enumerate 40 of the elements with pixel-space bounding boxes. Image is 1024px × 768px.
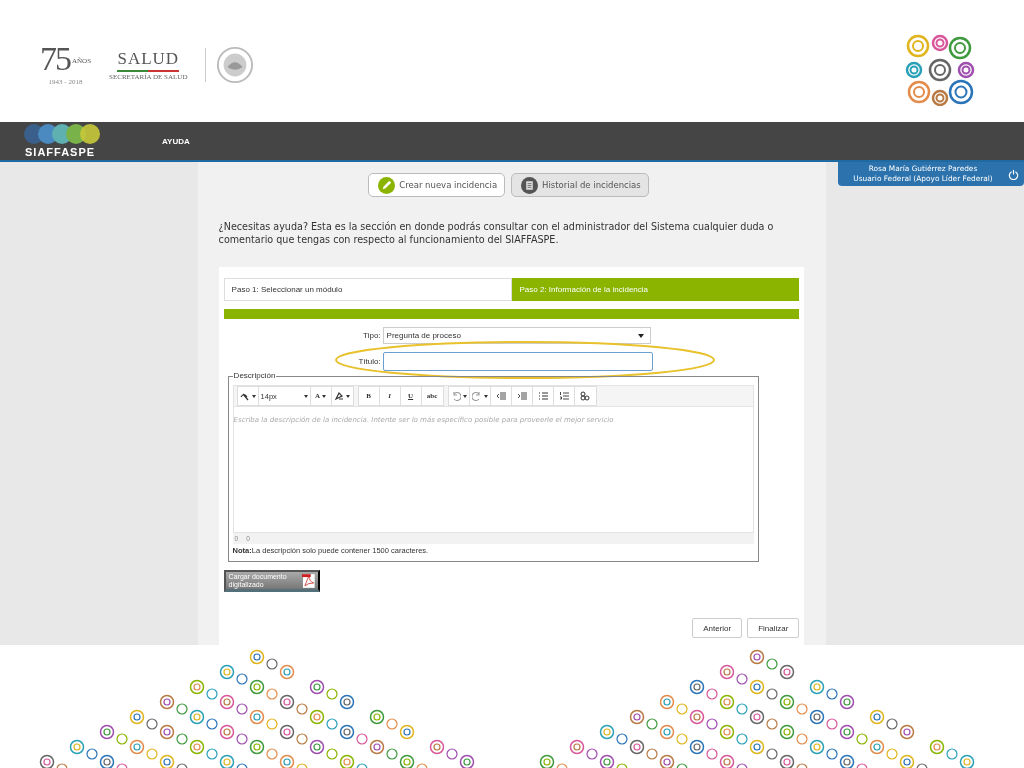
intro-text: ¿Necesitas ayuda? Esta es la sección en donde podrás consultar con el administrador del Sistema cualquier duda o comentario que tengas con respecto al funcionamiento del SIAFFASPE. xyxy=(218,220,775,246)
list-icon xyxy=(521,176,539,194)
caret-icon xyxy=(303,394,308,398)
type-dropdown[interactable]: Pregunta de proceso xyxy=(382,327,651,344)
indent-icon xyxy=(516,391,527,401)
highlighter-icon xyxy=(334,391,345,401)
pencil-icon xyxy=(378,176,396,194)
title-field[interactable] xyxy=(382,352,653,371)
caret-icon xyxy=(251,394,256,398)
rings-logo-icon xyxy=(904,34,976,106)
step-tab[interactable]: Paso 1: Seleccionar un módulo xyxy=(223,278,512,301)
caret-icon xyxy=(483,394,488,398)
emblem-icon xyxy=(216,46,255,84)
action-button[interactable]: Crear nueva incidencia xyxy=(368,173,506,197)
pdf-icon xyxy=(300,573,316,589)
action-button[interactable]: Historial de incidencias xyxy=(511,173,649,197)
nav-button[interactable]: Finalizar xyxy=(747,618,800,638)
caret-icon xyxy=(346,394,351,398)
caret-icon xyxy=(637,333,644,338)
redo-icon xyxy=(471,391,482,401)
redo-button[interactable] xyxy=(469,387,491,405)
nav-button[interactable]: Anterior xyxy=(692,618,743,638)
brand-title: SALUD xyxy=(117,49,180,69)
outdent-icon xyxy=(495,391,506,401)
power-icon xyxy=(1008,168,1019,180)
paint-icon xyxy=(239,391,250,401)
bullet-list-icon xyxy=(537,391,548,401)
field-label: Título: xyxy=(357,357,382,366)
numbered-list-icon xyxy=(558,391,569,401)
undo-icon xyxy=(450,391,461,401)
anniversary-number: 75 xyxy=(40,44,70,74)
fieldset-legend: Descripción xyxy=(232,371,277,380)
app-name: SIAFFASPE xyxy=(25,146,96,158)
caret-icon xyxy=(462,394,467,398)
caret-icon xyxy=(322,394,327,398)
code-icon xyxy=(580,391,591,401)
brand-rule xyxy=(117,70,180,72)
field-label: Tipo: xyxy=(362,331,382,340)
menu-item[interactable]: AYUDA xyxy=(162,136,190,146)
circles-icon xyxy=(24,124,102,144)
